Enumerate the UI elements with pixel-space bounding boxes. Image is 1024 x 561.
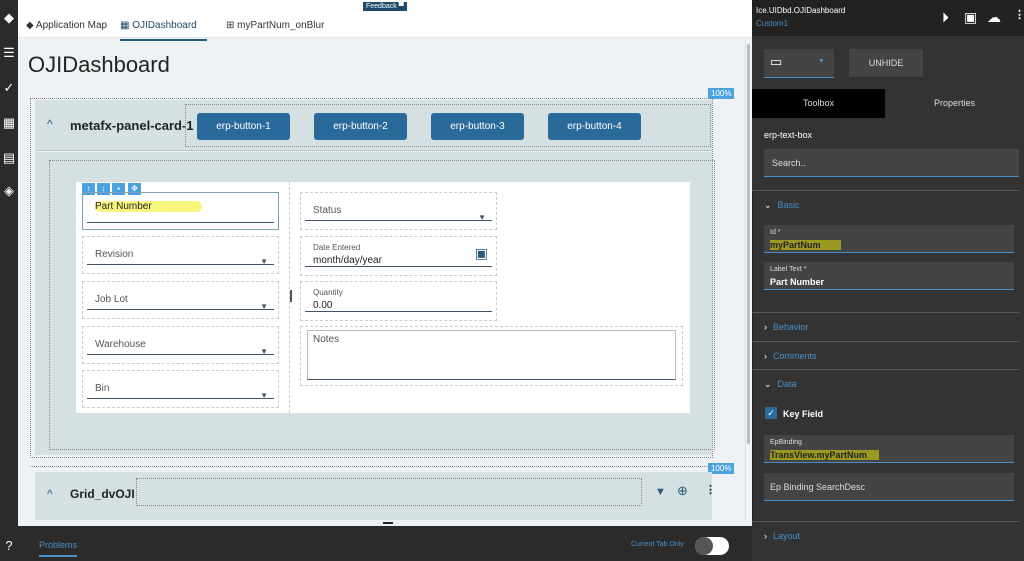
collapse-icon[interactable]: ^: [47, 487, 53, 501]
properties-panel: Ice.UIDbd.OJIDashboard Custom1 ⏵ ▣ ☁ ⋮ ▭…: [752, 0, 1024, 561]
id-field[interactable]: Id * myPartNum: [764, 225, 1014, 253]
key-field-label: Key Field: [783, 409, 824, 419]
date-entered-field[interactable]: Date Entered month/day/year ▣: [300, 236, 497, 276]
status-dropdown[interactable]: Status ▼: [300, 192, 497, 230]
layers-icon[interactable]: ◆: [0, 10, 18, 26]
section-behavior[interactable]: › Behavior: [752, 312, 1020, 340]
current-tab-only-label: Current Tab Only: [631, 541, 684, 548]
laptop-icon: ▭: [770, 54, 783, 69]
chevron-down-icon: ▼: [818, 58, 825, 65]
warehouse-dropdown[interactable]: Warehouse ▼: [82, 326, 279, 364]
sitemap-icon[interactable]: ▦: [0, 115, 18, 131]
problems-tab[interactable]: Problems: [39, 540, 78, 557]
erp-button-3[interactable]: erp-button-3: [431, 113, 524, 140]
device-select[interactable]: ▭ ▼: [764, 49, 834, 78]
resize-handle[interactable]: [290, 290, 292, 302]
cloud-upload-icon[interactable]: ☁: [987, 9, 1001, 26]
left-toolbar: ◆ ☰ ✓ ▦ ▤ ◈ ?: [0, 0, 18, 561]
current-tab-only-toggle[interactable]: [695, 537, 729, 555]
chevron-right-icon: ›: [764, 351, 767, 361]
label-text-field[interactable]: Label Text * Part Number: [764, 262, 1014, 290]
feedback-button[interactable]: Feedback ▀: [363, 2, 407, 11]
notes-field[interactable]: Notes: [300, 326, 683, 386]
save-icon[interactable]: ▣: [964, 9, 977, 26]
resize-handle[interactable]: [383, 522, 393, 524]
filter-icon[interactable]: ▼: [655, 486, 666, 498]
calendar-icon[interactable]: ▣: [475, 245, 488, 262]
key-field-checkbox[interactable]: ✓: [765, 407, 777, 419]
more-vertical-icon[interactable]: ⋮: [705, 483, 716, 496]
checklist-icon[interactable]: ✓: [0, 80, 18, 96]
erp-button-2[interactable]: erp-button-2: [314, 113, 407, 140]
page-title: OJIDashboard: [28, 52, 170, 77]
panel-subtitle: Custom1: [756, 19, 789, 28]
chevron-right-icon: ›: [764, 322, 767, 332]
revision-dropdown[interactable]: Revision ▼: [82, 236, 279, 274]
chevron-down-icon: ⌄: [764, 379, 772, 389]
quantity-field[interactable]: Quantity 0.00: [300, 281, 497, 321]
tab-ojidashboard[interactable]: ▦ OJIDashboard: [120, 20, 207, 41]
panel-card-title: metafx-panel-card-1: [70, 118, 194, 133]
grid-toolbar-container: [136, 478, 642, 506]
chevron-right-icon: ›: [764, 531, 767, 541]
tab-mypartnum-onblur[interactable]: ⊞ myPartNum_onBlur: [226, 20, 324, 39]
tab-application-map[interactable]: ◆ Application Map: [26, 20, 107, 39]
collapse-icon[interactable]: ^: [47, 117, 53, 131]
layers-icon: ◆: [26, 20, 36, 31]
bin-dropdown[interactable]: Bin ▼: [82, 370, 279, 408]
add-circle-icon[interactable]: ⊕: [677, 483, 688, 499]
help-icon[interactable]: ?: [0, 538, 18, 553]
section-data[interactable]: ⌄ Data: [752, 369, 1020, 397]
scrollbar[interactable]: [745, 40, 751, 520]
play-icon[interactable]: ⏵: [942, 9, 949, 26]
list-icon[interactable]: ☰: [0, 45, 18, 61]
job-lot-dropdown[interactable]: Job Lot ▼: [82, 281, 279, 319]
panel-title: Ice.UIDbd.OJIDashboard: [756, 6, 846, 15]
ep-binding-search-desc-field[interactable]: Ep Binding SearchDesc: [764, 473, 1014, 501]
section-comments[interactable]: › Comments: [752, 341, 1020, 369]
bottom-panel: Problems Current Tab Only: [18, 522, 752, 561]
tab-properties[interactable]: Properties: [885, 89, 1024, 118]
part-number-field[interactable]: Part Number: [82, 192, 279, 230]
section-layout[interactable]: › Layout: [752, 521, 1020, 549]
zoom-badge: 100%: [708, 88, 735, 99]
grid-card-header: ^ Grid_dvOJI ▼ ⊕ ⋮: [35, 472, 716, 520]
ep-binding-field[interactable]: EpBinding TransView.myPartNum: [764, 435, 1014, 463]
tab-toolbox[interactable]: Toolbox: [752, 89, 885, 118]
erp-button-4[interactable]: erp-button-4: [548, 113, 641, 140]
chevron-down-icon: ⌄: [764, 200, 772, 210]
chat-icon: ▀: [398, 3, 404, 10]
component-name: erp-text-box: [764, 130, 813, 140]
toolbox-search-input[interactable]: Search..: [764, 149, 1019, 177]
more-vertical-icon[interactable]: ⋮: [1014, 8, 1024, 21]
section-basic[interactable]: ⌄ Basic: [752, 190, 1020, 218]
sitemap-icon: ⊞: [226, 20, 238, 31]
unhide-button[interactable]: UNHIDE: [849, 49, 923, 77]
panel-header: Ice.UIDbd.OJIDashboard Custom1 ⏵ ▣ ☁ ⋮: [752, 0, 1024, 36]
erp-button-1[interactable]: erp-button-1: [197, 113, 290, 140]
grid-card-title: Grid_dvOJI: [70, 487, 135, 501]
calendar-grid-icon[interactable]: ▤: [0, 150, 18, 166]
tag-icon[interactable]: ◈: [0, 183, 18, 199]
dashboard-icon: ▦: [120, 20, 133, 31]
